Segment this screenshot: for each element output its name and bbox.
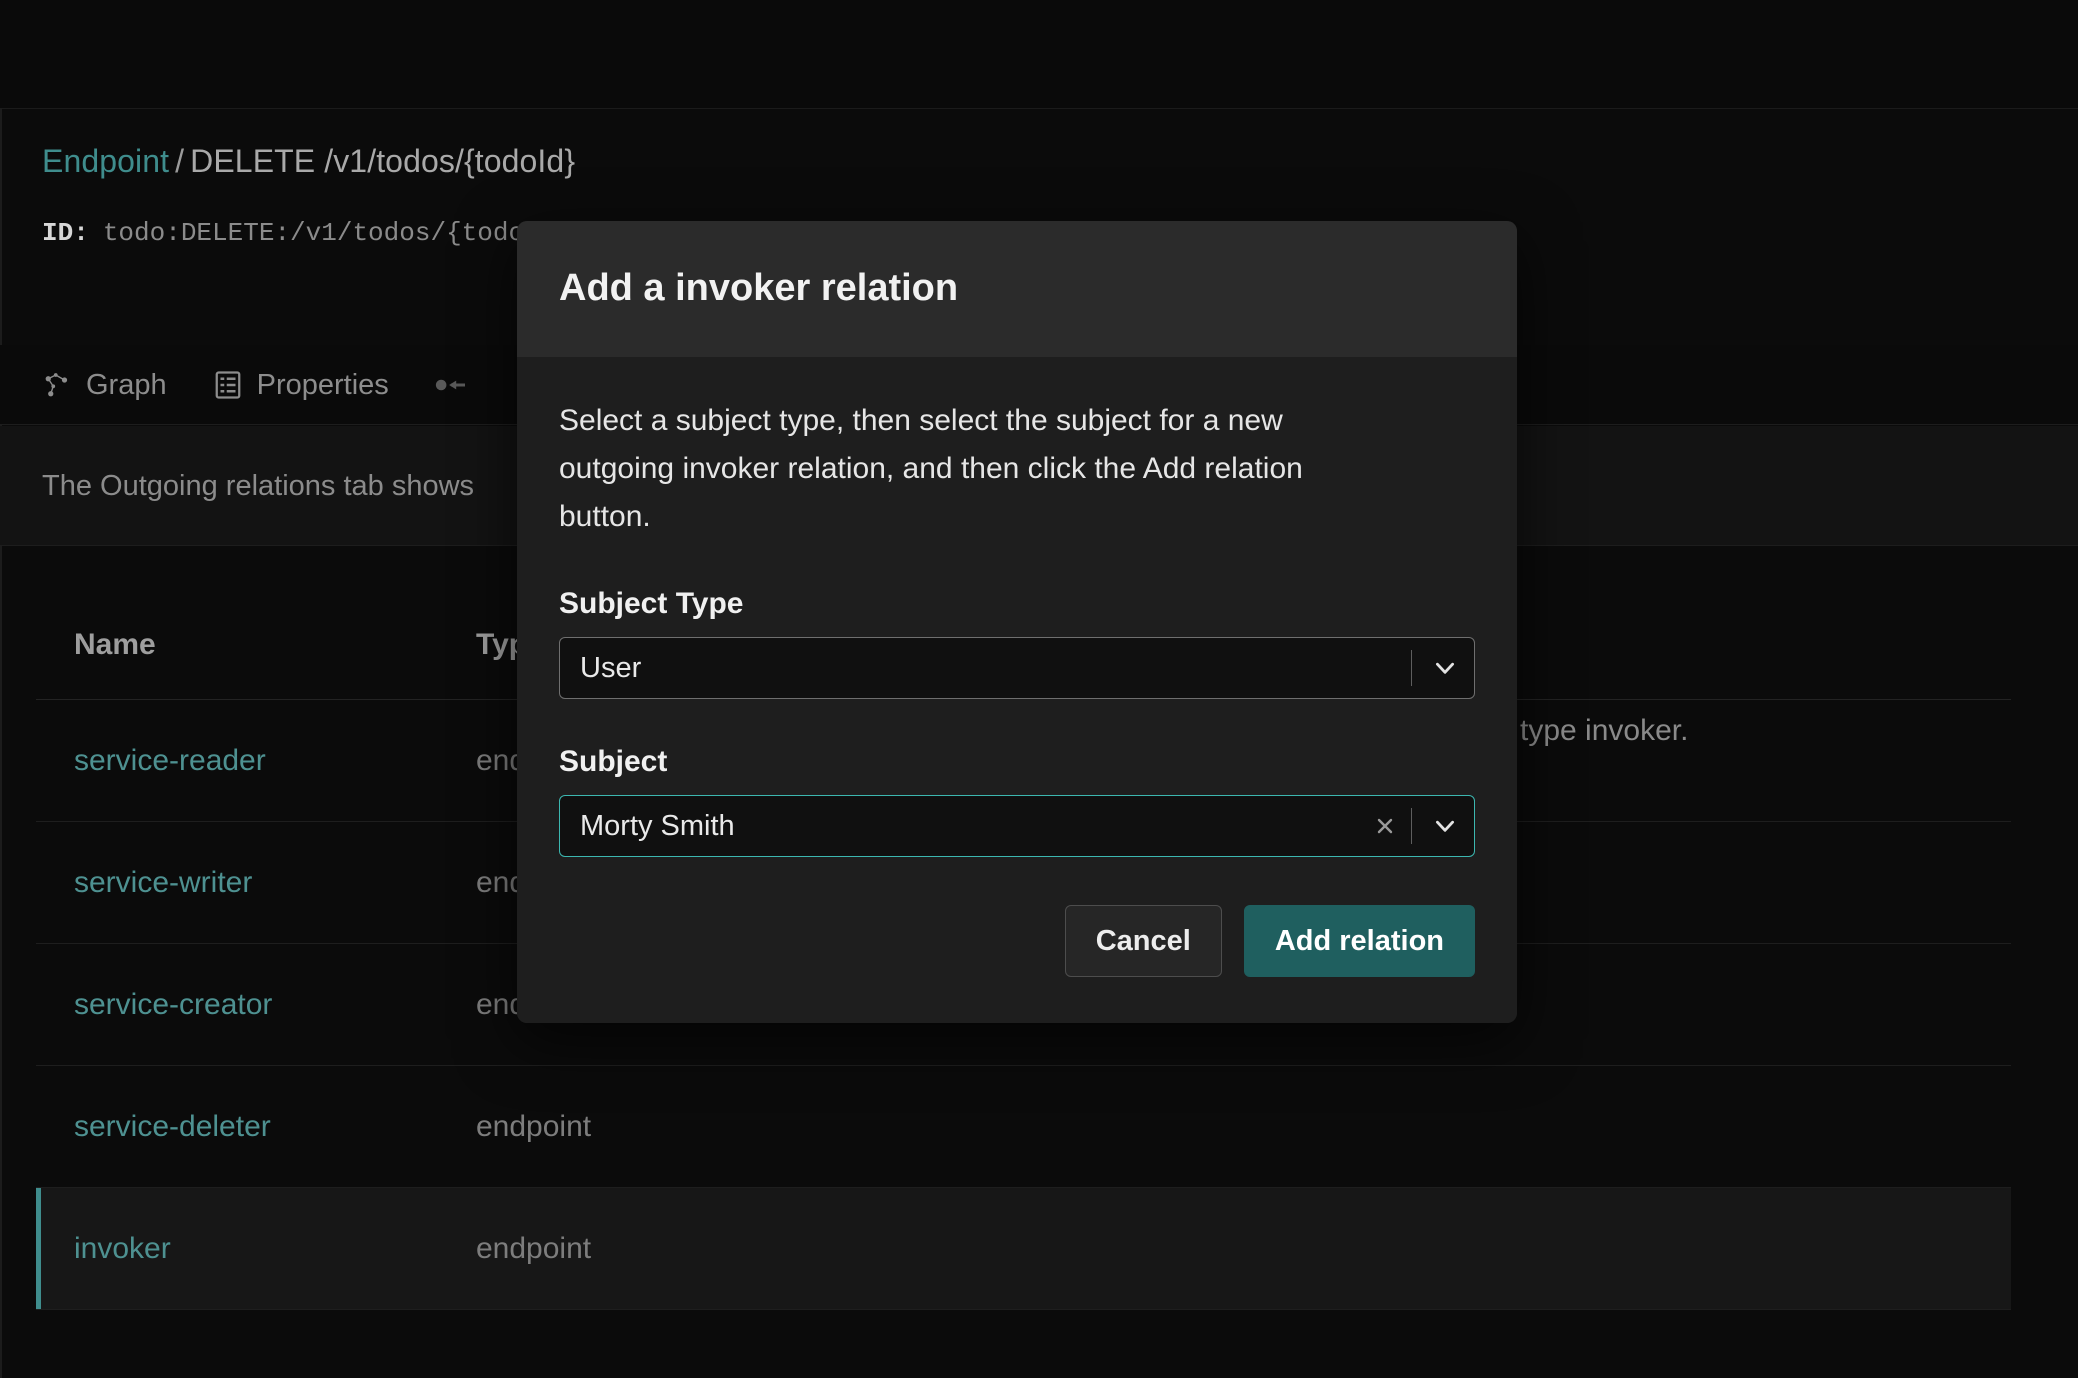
tab-properties[interactable]: Properties [213, 368, 389, 402]
chevron-down-icon[interactable] [1416, 813, 1474, 839]
entity-id-label: ID: [42, 218, 89, 248]
breadcrumb-current: DELETE /v1/todos/{todoId} [190, 143, 576, 179]
breadcrumb-separator: / [175, 143, 185, 179]
relation-name-link[interactable]: service-deleter [36, 1109, 476, 1145]
entity-id-value: todo:DELETE:/v1/todos/{todoId} [102, 218, 571, 248]
close-x-icon[interactable] [1363, 814, 1407, 838]
add-relation-button[interactable]: Add relation [1243, 905, 1475, 977]
breadcrumb-root-link[interactable]: Endpoint [42, 143, 169, 179]
breadcrumb: Endpoint / DELETE /v1/todos/{todoId} [42, 140, 575, 182]
dialog-description: Select a subject type, then select the s… [559, 404, 1303, 533]
table-row[interactable]: service-deleter endpoint [36, 1066, 2011, 1188]
add-relation-dialog: Add a invoker relation Select a subject … [517, 221, 1517, 1023]
subject-type-divider [1411, 650, 1412, 686]
dialog-body: Select a subject type, then select the s… [517, 357, 1517, 857]
app-root: Endpoint / DELETE /v1/todos/{todoId} ID: to… [0, 0, 2078, 1378]
subject-value: Morty Smith [580, 810, 735, 842]
subject-type-select[interactable]: User [559, 637, 1475, 699]
content-left-rule [0, 108, 2, 1378]
subject-type-value: User [580, 652, 642, 684]
relation-name-link[interactable]: service-creator [36, 987, 476, 1023]
tab-graph-label: Graph [86, 368, 167, 401]
row-selection-marker [36, 700, 41, 821]
relation-type-value: endpoint [476, 1231, 592, 1265]
subject-divider [1411, 808, 1412, 844]
dialog-title: Add a invoker relation [559, 267, 959, 309]
relation-name-link[interactable]: invoker [36, 1231, 476, 1267]
list-document-icon [213, 370, 243, 400]
info-band-text: The Outgoing relations tab shows [42, 469, 475, 502]
trailing-description-fragment: type invoker. [1520, 714, 1689, 747]
row-selection-marker [36, 822, 41, 943]
chevron-down-icon[interactable] [1416, 655, 1474, 681]
tab-incoming-relations[interactable] [435, 370, 479, 400]
entity-id-row: ID: todo:DELETE:/v1/todos/{todoId} [42, 215, 571, 251]
subject-combobox[interactable]: Morty Smith [559, 795, 1475, 857]
subject-type-label: Subject Type [559, 587, 744, 620]
incoming-relation-icon [435, 370, 465, 400]
tab-properties-label: Properties [256, 368, 389, 401]
relation-name-link[interactable]: service-writer [36, 865, 476, 901]
row-selection-marker [36, 944, 41, 1065]
relation-name-link[interactable]: service-reader [36, 743, 476, 779]
relation-type-value: endpoint [476, 1109, 592, 1143]
row-selection-marker [36, 1188, 41, 1309]
dialog-footer: Cancel Add relation [517, 857, 1517, 1023]
dialog-header: Add a invoker relation [517, 221, 1517, 357]
cancel-button[interactable]: Cancel [1064, 905, 1222, 977]
table-row-selected[interactable]: invoker endpoint [36, 1188, 2011, 1310]
row-selection-marker [36, 1066, 41, 1187]
graph-nodes-icon [42, 370, 72, 400]
tab-graph[interactable]: Graph [42, 368, 167, 402]
column-header-name: Name [74, 627, 156, 661]
subject-label: Subject [559, 745, 668, 778]
top-band [0, 0, 2078, 108]
